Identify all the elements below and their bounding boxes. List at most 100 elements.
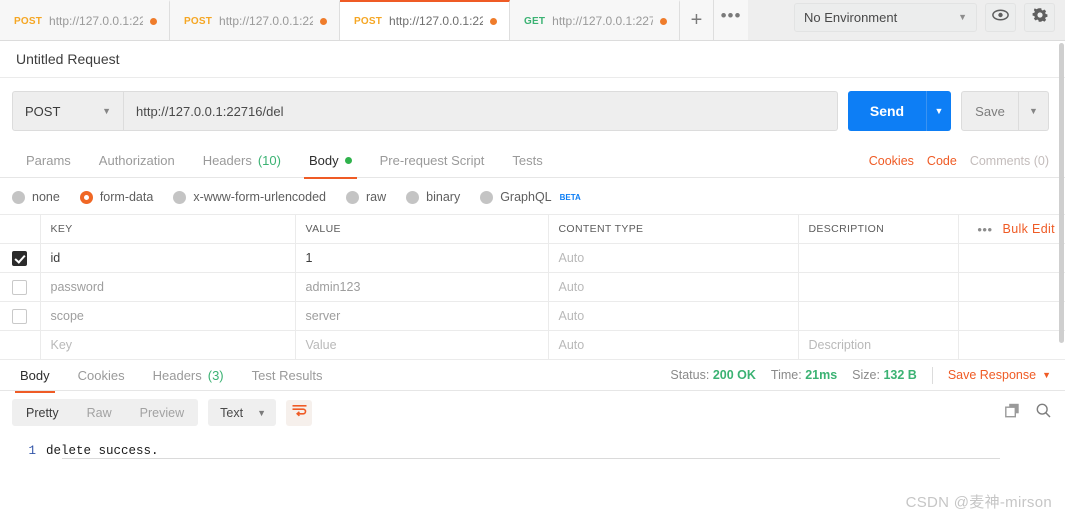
tab-pre-request-script[interactable]: Pre-request Script [366,144,499,178]
http-method-select[interactable]: POST ▼ [12,91,124,131]
view-mode-preview[interactable]: Preview [126,399,198,426]
row-content-type[interactable]: Auto [548,272,799,302]
comments-link[interactable]: Comments (0) [970,154,1049,168]
response-tab-cookies-label: Cookies [77,367,125,383]
tab-authorization[interactable]: Authorization [85,144,189,178]
view-mode-raw[interactable]: Raw [73,399,126,426]
request-tab-method: POST [184,15,213,27]
save-response-button[interactable]: Save Response ▼ [948,368,1051,382]
save-options-button[interactable]: ▼ [1019,91,1049,131]
bulk-edit-button[interactable]: Bulk Edit [1003,222,1055,236]
body-type-graphql-label: GraphQL [500,190,552,204]
status-group: Status: 200 OK [670,368,756,382]
response-tab-headers[interactable]: Headers (3) [139,358,238,392]
row-key[interactable]: id [40,243,296,273]
body-type-none[interactable]: none [12,190,60,204]
copy-icon[interactable] [1005,403,1020,423]
body-type-raw[interactable]: raw [346,190,386,204]
row-description[interactable] [798,243,959,273]
save-button[interactable]: Save [961,91,1019,131]
save-button-group: Save ▼ [961,91,1049,131]
request-tab-method: POST [354,15,383,27]
new-row-description-input[interactable]: Description [798,330,959,360]
vertical-scrollbar[interactable] [1059,41,1065,519]
time-group: Time: 21ms [771,368,837,382]
chevron-down-icon: ▼ [102,106,111,116]
request-tab-2[interactable]: POST http://127.0.0.1:227… [170,0,340,40]
request-tab-1[interactable]: POST http://127.0.0.1:227… [0,0,170,40]
tab-options-button[interactable]: ••• [714,0,748,40]
send-options-button[interactable]: ▼ [926,91,951,131]
unsaved-dot-icon [660,17,667,25]
settings-button[interactable] [1024,2,1055,32]
new-row-key-input[interactable]: Key [40,330,296,360]
chevron-down-icon: ▼ [1042,370,1051,380]
response-format-select[interactable]: Text ▼ [208,399,276,426]
body-type-form-data[interactable]: form-data [79,190,153,204]
table-options-button[interactable]: ••• [977,222,992,237]
body-type-urlencoded[interactable]: x-www-form-urlencoded [173,190,326,204]
response-tab-body[interactable]: Body [6,358,64,393]
row-checkbox[interactable] [12,250,28,266]
view-mode-pretty[interactable]: Pretty [12,399,73,426]
row-content-type[interactable]: Auto [548,301,799,331]
new-tab-button[interactable]: + [680,0,714,40]
new-row-value-input[interactable]: Value [295,330,549,360]
row-tools [958,330,1065,360]
request-tab-3-active[interactable]: POST http://127.0.0.1:227… [340,0,510,40]
response-tab-headers-count: (3) [207,367,224,383]
code-link[interactable]: Code [927,154,957,168]
table-header-row: KEY VALUE CONTENT TYPE DESCRIPTION ••• B… [0,214,1065,244]
search-icon[interactable] [1036,403,1051,423]
row-value[interactable]: 1 [295,243,549,273]
word-wrap-button[interactable] [286,399,312,426]
tab-headers[interactable]: Headers (10) [189,144,295,178]
row-description[interactable] [798,272,959,302]
url-input[interactable]: http://127.0.0.1:22716/del [124,91,838,131]
table-row: id 1 Auto [0,243,1065,273]
send-button[interactable]: Send [848,91,926,131]
http-method-value: POST [25,103,61,119]
response-body-viewer[interactable]: 1 delete success. [0,434,1065,496]
environment-select[interactable]: No Environment ▼ [794,2,977,32]
request-title: Untitled Request [0,41,1065,78]
body-type-graphql[interactable]: GraphQL BETA [480,190,581,204]
radio-icon [346,190,359,204]
row-tools [958,243,1065,273]
response-tab-cookies[interactable]: Cookies [64,358,139,392]
body-type-binary-label: binary [426,190,461,204]
response-toolbar: Pretty Raw Preview Text ▼ [0,391,1065,434]
row-checkbox[interactable] [12,279,28,295]
tab-body[interactable]: Body [295,144,366,179]
request-tab-4[interactable]: GET http://127.0.0.1:2271… [510,0,680,40]
row-description[interactable] [798,301,959,331]
response-right-icons [1005,403,1051,423]
tab-params[interactable]: Params [12,144,85,178]
response-tab-test-results[interactable]: Test Results [238,358,337,392]
row-key[interactable]: scope [40,301,296,331]
watermark: CSDN @麦神-mirson [905,494,1052,511]
row-checkbox[interactable] [12,308,28,324]
body-type-binary[interactable]: binary [406,190,460,204]
radio-icon [480,190,494,204]
body-type-options: none form-data x-www-form-urlencoded raw… [0,180,1065,214]
request-tab-bar: POST http://127.0.0.1:227… POST http://1… [0,0,1065,41]
cookies-link[interactable]: Cookies [869,154,914,168]
row-key[interactable]: password [40,272,296,302]
time-value: 21ms [805,368,838,382]
environment-quick-look-button[interactable] [985,2,1016,32]
row-checkbox-cell [0,301,41,331]
size-label: Size: [852,368,880,382]
tab-params-label: Params [26,153,71,168]
scrollbar-thumb[interactable] [1059,43,1064,343]
tab-tests[interactable]: Tests [498,144,556,178]
request-section-tabs: Params Authorization Headers (10) Body P… [0,144,1065,179]
new-row-content-type[interactable]: Auto [548,330,799,360]
tab-headers-count: (10) [257,153,281,168]
line-content: delete success. [46,443,159,458]
header-key: KEY [40,214,296,244]
row-value[interactable]: admin123 [295,272,549,302]
request-tab-method: POST [14,15,43,27]
row-value[interactable]: server [295,301,549,331]
row-content-type[interactable]: Auto [548,243,799,273]
